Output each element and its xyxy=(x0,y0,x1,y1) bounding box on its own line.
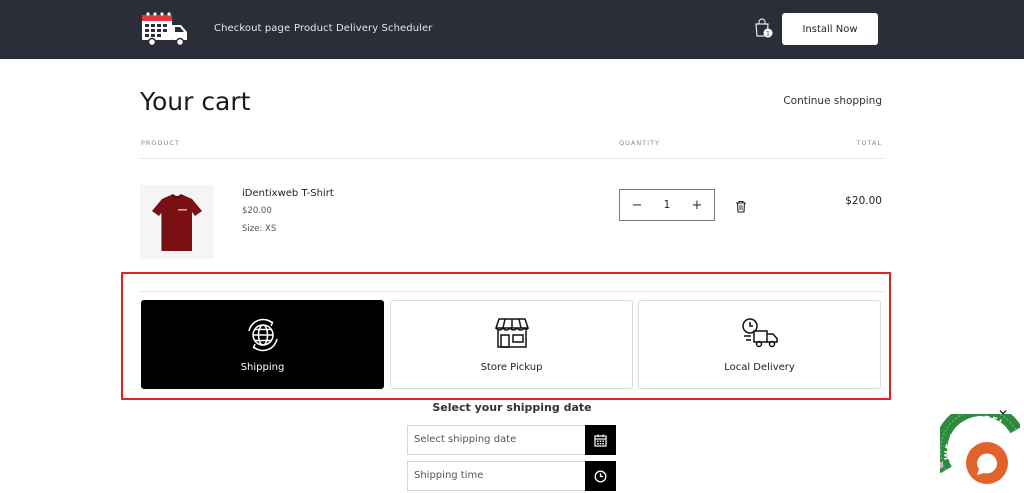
chat-widget[interactable]: WE ARE HERE! xyxy=(940,414,1020,493)
install-now-button[interactable]: Install Now xyxy=(782,13,878,45)
product-unit-price: $20.00 xyxy=(242,206,272,216)
storefront-icon xyxy=(494,318,529,348)
clock-button[interactable] xyxy=(585,461,616,491)
calendar-icon xyxy=(594,434,607,447)
calendar-button[interactable] xyxy=(585,425,616,455)
delivery-truck-clock-icon xyxy=(741,318,778,348)
globe-shipping-icon xyxy=(247,318,278,352)
column-header-quantity: QUANTITY xyxy=(619,139,661,147)
column-header-product: PRODUCT xyxy=(141,139,180,147)
delivery-truck-logo-icon[interactable] xyxy=(140,11,190,47)
shipping-time-placeholder: Shipping time xyxy=(414,470,484,481)
decrease-quantity-button[interactable]: − xyxy=(630,198,644,213)
option-label: Shipping xyxy=(240,362,285,373)
trash-icon[interactable] xyxy=(735,200,747,213)
line-total: $20.00 xyxy=(845,195,882,207)
cart-count-badge: 1 xyxy=(766,30,770,38)
product-name[interactable]: iDentixweb T-Shirt xyxy=(242,188,334,199)
product-image[interactable] xyxy=(140,185,214,259)
shipping-time-field[interactable]: Shipping time xyxy=(407,461,616,491)
column-header-total: TOTAL xyxy=(856,139,882,147)
product-variant-size: Size: XS xyxy=(242,224,277,234)
nav-product-delivery-scheduler[interactable]: Product Delivery Scheduler xyxy=(294,23,433,34)
nav-checkout-page[interactable]: Checkout page xyxy=(214,23,290,34)
clock-icon xyxy=(594,470,607,482)
shipping-date-placeholder: Select shipping date xyxy=(414,434,517,445)
quantity-stepper: − + xyxy=(619,189,715,221)
option-label: Local Delivery xyxy=(724,362,795,373)
shipping-date-field[interactable]: Select shipping date xyxy=(407,425,616,455)
page-title: Your cart xyxy=(140,87,251,116)
option-shipping[interactable]: Shipping xyxy=(141,300,384,389)
increase-quantity-button[interactable]: + xyxy=(690,198,704,213)
divider xyxy=(140,158,884,159)
option-local-delivery[interactable]: Local Delivery xyxy=(638,300,881,389)
top-header: Checkout page Product Delivery Scheduler… xyxy=(0,0,1024,59)
continue-shopping-link[interactable]: Continue shopping xyxy=(783,95,882,107)
option-store-pickup[interactable]: Store Pickup xyxy=(390,300,633,389)
option-label: Store Pickup xyxy=(480,362,543,373)
cart-bag-icon[interactable]: 1 xyxy=(753,17,775,39)
shipping-date-heading: Select your shipping date xyxy=(432,401,592,414)
quantity-input[interactable] xyxy=(652,199,682,211)
